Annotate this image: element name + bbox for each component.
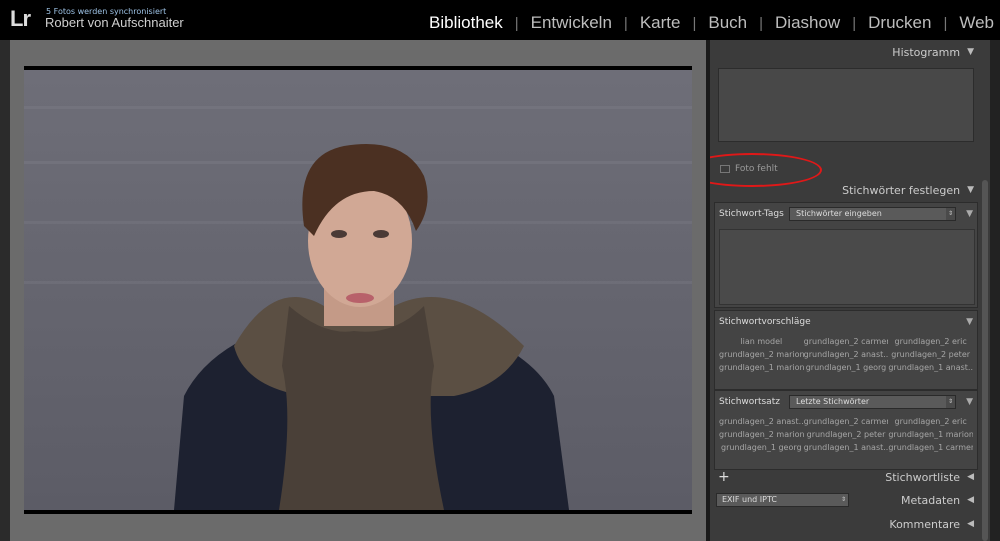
- module-diashow[interactable]: Diashow: [763, 13, 852, 33]
- keyword-set-item[interactable]: grundlagen_2 marion: [719, 430, 804, 439]
- collapse-triangle-left-icon: ◀: [967, 472, 974, 482]
- lightroom-logo: Lr: [10, 6, 31, 31]
- keyword-list-title-wrap: Stichwortliste ◀: [885, 471, 974, 484]
- right-panel-toggle[interactable]: [990, 40, 1000, 541]
- metadata-title: Metadaten: [900, 493, 961, 507]
- keyword-set-item[interactable]: grundlagen_2 anast...: [719, 417, 804, 426]
- keyword-set-label: Stichwortsatz: [719, 397, 780, 407]
- keyword-set-item[interactable]: grundlagen_1 marion: [888, 430, 973, 439]
- collapse-triangle-icon[interactable]: ▼: [966, 397, 973, 407]
- keyword-suggestions-section: Stichwortvorschläge ▼ lian model grundla…: [714, 310, 978, 390]
- keyword-tags-header: Stichwort-Tags Stichwörter eingeben ⇕ ▼: [715, 203, 977, 225]
- collapse-triangle-icon: ▼: [966, 317, 973, 327]
- keyword-set-item[interactable]: grundlagen_2 eric: [888, 417, 973, 426]
- keyword-suggestions-grid: lian model grundlagen_2 carmen grundlage…: [715, 337, 977, 372]
- module-web[interactable]: Web: [947, 13, 1000, 33]
- module-drucken[interactable]: Drucken: [856, 13, 943, 33]
- collapse-triangle-icon: ▼: [967, 185, 974, 195]
- keyword-suggestions-header[interactable]: Stichwortvorschläge ▼: [715, 311, 977, 333]
- keyword-tags-select-value: Stichwörter eingeben: [796, 209, 882, 218]
- keyword-suggestion[interactable]: grundlagen_2 anast...: [804, 350, 889, 359]
- keyword-set-select[interactable]: Letzte Stichwörter ⇕: [789, 395, 956, 409]
- metadata-header[interactable]: EXIF und IPTC ⇕ Metadaten ◀: [710, 489, 982, 511]
- select-arrows-icon: ⇕: [840, 496, 847, 503]
- keyword-tags-label: Stichwort-Tags: [719, 209, 784, 219]
- keyword-set-item[interactable]: grundlagen_1 georg: [719, 443, 804, 452]
- right-panel: Histogramm ▼ Foto fehlt Stichwörter fest…: [710, 40, 990, 541]
- right-panel-scrollbar[interactable]: [982, 180, 988, 541]
- module-karte[interactable]: Karte: [628, 13, 693, 33]
- collapse-triangle-icon[interactable]: ▼: [966, 209, 973, 219]
- keyword-suggestion[interactable]: lian model: [719, 337, 804, 346]
- keyword-entry-area[interactable]: [719, 229, 975, 305]
- keyword-list-title: Stichwortliste: [885, 470, 961, 484]
- keyword-set-section: Stichwortsatz Letzte Stichwörter ⇕ ▼ gru…: [714, 390, 978, 470]
- keyword-list-header[interactable]: + Stichwortliste ◀: [710, 466, 982, 488]
- keyword-set-header: Stichwortsatz Letzte Stichwörter ⇕ ▼: [715, 391, 977, 413]
- keyword-suggestion[interactable]: grundlagen_1 georg: [804, 363, 889, 372]
- collapse-triangle-icon: ▼: [967, 47, 974, 57]
- photo-preview[interactable]: [24, 66, 692, 514]
- add-keyword-plus-icon[interactable]: +: [718, 469, 730, 485]
- keyword-set-item[interactable]: grundlagen_1 anast...: [804, 443, 889, 452]
- module-bibliothek[interactable]: Bibliothek: [417, 13, 515, 33]
- histogram-header[interactable]: Histogramm ▼: [710, 41, 982, 63]
- select-arrows-icon: ⇕: [946, 208, 955, 220]
- keyword-suggestion[interactable]: grundlagen_2 eric: [888, 337, 973, 346]
- keyword-suggestion[interactable]: grundlagen_1 marion: [719, 363, 804, 372]
- keyword-suggestion[interactable]: grundlagen_2 peter: [888, 350, 973, 359]
- metadata-preset-select[interactable]: EXIF und IPTC ⇕: [716, 493, 849, 507]
- user-name: Robert von Aufschnaiter: [45, 15, 184, 30]
- keyword-tags-section: Stichwort-Tags Stichwörter eingeben ⇕ ▼: [714, 202, 978, 308]
- top-bar: Lr 5 Fotos werden synchronisiert Robert …: [0, 0, 1000, 40]
- left-panel-toggle[interactable]: [0, 40, 10, 541]
- keyword-set-item[interactable]: grundlagen_2 carmen: [804, 417, 889, 426]
- keyword-set-item[interactable]: grundlagen_1 carmen: [888, 443, 973, 452]
- comments-title: Kommentare: [889, 517, 961, 531]
- keyword-set-item[interactable]: grundlagen_2 peter: [804, 430, 889, 439]
- keyword-suggestion[interactable]: grundlagen_1 anast...: [888, 363, 973, 372]
- histogram-area: [718, 68, 974, 142]
- module-picker: Bibliothek | Entwickeln | Karte | Buch |…: [417, 13, 1000, 33]
- keyword-suggestion[interactable]: grundlagen_2 marion: [719, 350, 804, 359]
- keywording-title: Stichwörter festlegen: [842, 183, 961, 197]
- module-entwickeln[interactable]: Entwickeln: [519, 13, 624, 33]
- keyword-set-grid: grundlagen_2 anast... grundlagen_2 carme…: [715, 417, 977, 452]
- histogram-title: Histogramm: [892, 45, 961, 59]
- portrait-photo: [24, 66, 692, 514]
- collapse-triangle-left-icon: ◀: [967, 495, 974, 505]
- module-buch[interactable]: Buch: [696, 13, 759, 33]
- comments-header[interactable]: Kommentare ◀: [710, 513, 982, 535]
- select-arrows-icon: ⇕: [946, 396, 955, 408]
- keywording-header[interactable]: Stichwörter festlegen ▼: [710, 179, 982, 201]
- keyword-tags-select[interactable]: Stichwörter eingeben ⇕: [789, 207, 956, 221]
- metadata-preset-value: EXIF und IPTC: [722, 495, 777, 504]
- keyword-suggestion[interactable]: grundlagen_2 carmen: [804, 337, 889, 346]
- metadata-title-wrap: Metadaten ◀: [901, 494, 974, 507]
- collapse-triangle-left-icon: ◀: [967, 519, 974, 529]
- keyword-set-select-value: Letzte Stichwörter: [796, 397, 870, 406]
- keyword-suggestions-label: Stichwortvorschläge: [719, 317, 811, 327]
